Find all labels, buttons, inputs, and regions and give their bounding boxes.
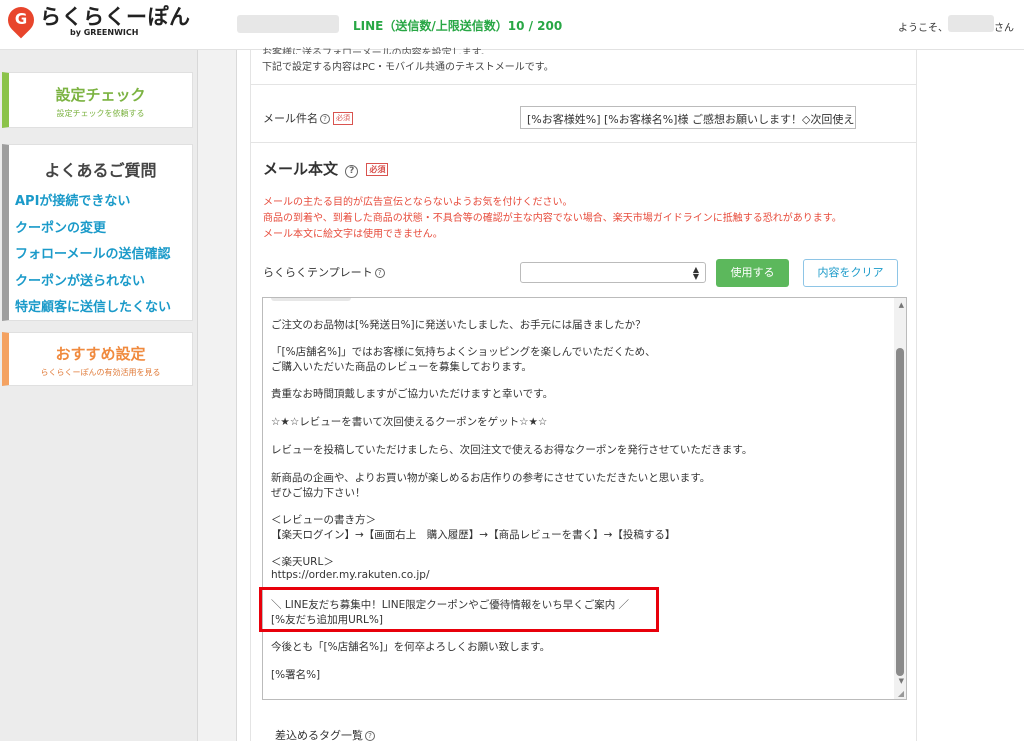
welcome-suffix: さん bbox=[994, 23, 1014, 34]
faq-link-coupon-not-sent[interactable]: クーポンが送られない bbox=[15, 269, 192, 296]
help-icon[interactable]: ? bbox=[345, 165, 359, 178]
body-line: ご注文のお品物は[%発送日%]に発送いたしました、お手元には届きましたか？ bbox=[271, 319, 646, 331]
body-title: メール本文 ? 必須 bbox=[263, 158, 389, 179]
body-line: 新商品の企画や、よりお買い物が楽しめるお店作りの参考にさせていただきたいと思いま… bbox=[271, 472, 711, 484]
help-icon[interactable]: ? bbox=[365, 731, 375, 741]
line-send-count: LINE（送信数/上限送信数）10 / 200 bbox=[353, 19, 563, 33]
sidebar: 設定チェック 設定チェックを依頼する よくあるご質問 APIが接続できない クー… bbox=[0, 50, 198, 741]
help-icon[interactable]: ? bbox=[374, 268, 385, 278]
scroll-thumb[interactable] bbox=[896, 348, 904, 676]
recommend-settings-card[interactable]: おすすめ設定 らくらくーぽんの有効活用を見る bbox=[2, 332, 193, 386]
use-template-button[interactable]: 使用する bbox=[716, 259, 789, 287]
recommend-sub: らくらくーぽんの有効活用を見る bbox=[40, 368, 161, 377]
logo-glyph: G bbox=[14, 10, 28, 28]
body-line: ＜楽天URL＞ bbox=[271, 556, 334, 568]
tags-list-label-text: 差込めるタグ一覧 bbox=[275, 729, 363, 741]
app-logo[interactable]: G らくらくーぽん by GREENWICH bbox=[2, 1, 191, 39]
cut-off-line bbox=[271, 298, 351, 301]
body-line: ご購入いただいた商品のレビューを募集しております。 bbox=[271, 361, 532, 373]
body-title-text: メール本文 bbox=[263, 160, 339, 178]
body-line: ＜レビューの書き方＞ bbox=[271, 514, 376, 526]
mail-body-textarea[interactable]: ご注文のお品物は[%発送日%]に発送いたしました、お手元には届きましたか？ 「[… bbox=[262, 297, 907, 700]
scroll-down-icon[interactable]: ▼ bbox=[899, 677, 904, 685]
resize-handle-icon[interactable]: ◢ bbox=[898, 689, 904, 698]
clear-content-button[interactable]: 内容をクリア bbox=[803, 259, 898, 287]
subject-input[interactable]: [%お客様姓%] [%お客様名%]様 ご感想お願いします！◇次回使え bbox=[520, 106, 856, 129]
body-line: 【楽天ログイン】→【画面右上 購入履歴】→【商品レビューを書く】→【投稿する】 bbox=[271, 529, 676, 541]
faq-link-exclude-customer[interactable]: 特定顧客に送信したくない bbox=[15, 295, 192, 322]
settings-check-title: 設定チェック bbox=[55, 86, 146, 104]
recommend-title: おすすめ設定 bbox=[55, 345, 146, 363]
logo-subtitle: by GREENWICH bbox=[70, 28, 139, 37]
faq-link-follow-mail[interactable]: フォローメールの送信確認 bbox=[15, 242, 192, 269]
subject-label: メール件名? 必須 bbox=[263, 110, 353, 126]
required-badge: 必須 bbox=[333, 112, 353, 125]
shop-name-redacted bbox=[237, 15, 339, 33]
help-icon[interactable]: ? bbox=[320, 114, 330, 124]
scroll-up-icon[interactable]: ▲ bbox=[899, 301, 904, 309]
app-header: G らくらくーぽん by GREENWICH LINE（送信数/上限送信数）10… bbox=[0, 0, 1024, 50]
required-badge: 必須 bbox=[366, 163, 389, 176]
settings-check-card[interactable]: 設定チェック 設定チェックを依頼する bbox=[2, 72, 193, 128]
faq-title: よくあるご質問 bbox=[44, 161, 157, 180]
intro-text-2: 下記で設定する内容はPC・モバイル共通のテキストメールです。 bbox=[262, 62, 554, 73]
warning-text-3: メール本文に絵文字は使用できません。 bbox=[263, 229, 443, 240]
logo-title: らくらくーぽん bbox=[40, 5, 191, 29]
textarea-scrollbar[interactable]: ▲ ▼ bbox=[894, 298, 906, 699]
logo-pin-icon: G bbox=[2, 1, 40, 39]
faq-card: よくあるご質問 APIが接続できない クーポンの変更 フォローメールの送信確認 … bbox=[2, 144, 193, 321]
divider bbox=[250, 84, 917, 85]
body-line: ぜひご協力下さい！ bbox=[271, 487, 366, 499]
template-select[interactable]: ▲ ▼ bbox=[520, 262, 706, 283]
body-line: レビューを投稿していただけましたら、次回注文で使えるお得なクーポンを発行させてい… bbox=[271, 444, 753, 456]
body-line: https://order.my.rakuten.co.jp/ bbox=[271, 569, 430, 581]
template-label: らくらくテンプレート? bbox=[263, 264, 385, 280]
template-label-text: らくらくテンプレート bbox=[263, 266, 373, 279]
body-line: ☆★☆レビューを書いて次回使えるクーポンをゲット☆★☆ bbox=[271, 416, 548, 428]
intro-text-1: お客様に送るフォローメールの内容を設定します。 bbox=[262, 48, 491, 54]
welcome-text: ようこそ、 bbox=[898, 23, 948, 34]
warning-text-2: 商品の到着や、到着した商品の状態・不具合等の確認が主な内容でない場合、楽天市場ガ… bbox=[263, 213, 842, 224]
select-arrows-icon: ▲ ▼ bbox=[692, 265, 699, 281]
faq-link-api[interactable]: APIが接続できない bbox=[15, 189, 192, 216]
settings-check-sub: 設定チェックを依頼する bbox=[56, 109, 145, 118]
body-line: 「[%店舗名%]」ではお客様に気持ちよくショッピングを楽しんでいただくため、 bbox=[271, 346, 656, 358]
user-name-redacted bbox=[948, 15, 994, 32]
body-line: [%署名%] bbox=[271, 669, 321, 681]
tags-list-label[interactable]: 差込めるタグ一覧? bbox=[275, 727, 375, 741]
divider bbox=[250, 142, 917, 143]
highlight-box bbox=[259, 587, 659, 632]
warning-text-1: メールの主たる目的が広告宣伝とならないようお気を付けください。 bbox=[263, 197, 573, 208]
faq-link-coupon-change[interactable]: クーポンの変更 bbox=[15, 216, 192, 243]
body-line: 今後とも「[%店舗名%]」を何卒よろしくお願い致します。 bbox=[271, 641, 551, 653]
subject-label-text: メール件名 bbox=[263, 112, 318, 125]
body-line: 貴重なお時間頂戴しますがご協力いただけますと幸いです。 bbox=[271, 388, 554, 400]
